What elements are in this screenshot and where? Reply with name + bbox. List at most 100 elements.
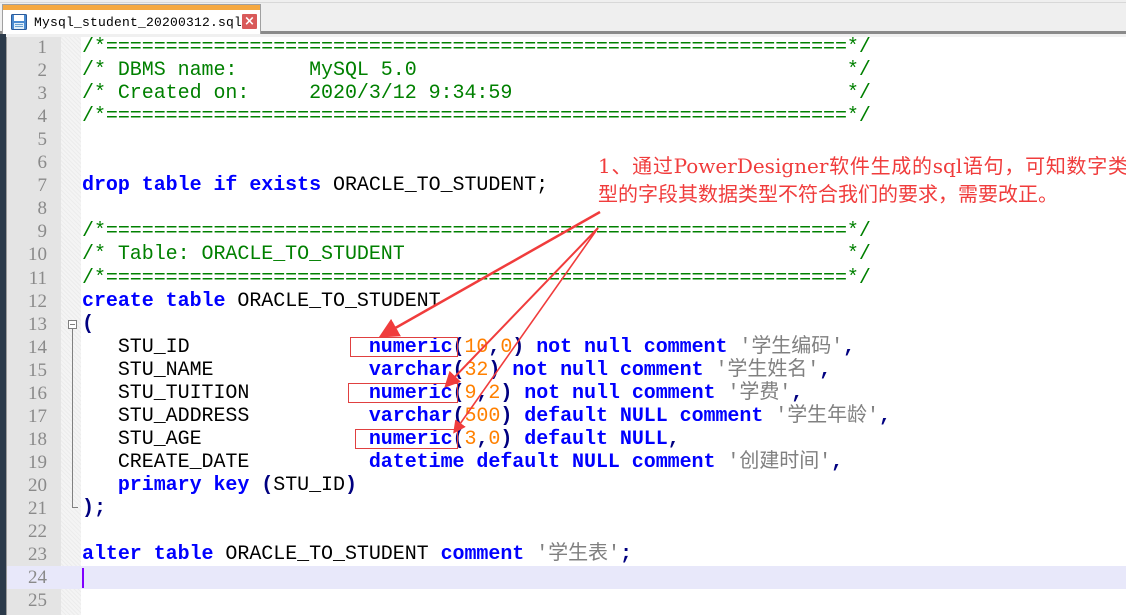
code-token: , (476, 427, 489, 451)
code-token: default NULL (524, 427, 668, 451)
code-text: ( (82, 313, 94, 336)
code-token: STU_AGE (82, 427, 369, 451)
line-number: 25 (28, 590, 47, 612)
code-token: ) (500, 427, 513, 451)
code-token: /* DBMS name: MySQL 5.0 */ (82, 59, 871, 83)
line-number: 20 (28, 474, 47, 496)
code-token: ; (619, 543, 632, 567)
code-line[interactable]: 24 (7, 566, 1126, 590)
code-token: /*======================================… (82, 220, 871, 244)
code-token: ( (452, 358, 465, 382)
tab-filename: Mysql_student_20200312.sql (34, 15, 243, 30)
code-line[interactable]: 19 CREATE_DATE datetime default NULL com… (7, 451, 1126, 474)
code-line[interactable]: 15 STU_NAME varchar(32) not null comment… (7, 359, 1126, 382)
line-number: 2 (37, 60, 48, 82)
code-line[interactable]: 23 alter table ORACLE_TO_STUDENT comment … (7, 543, 1126, 566)
code-token: STU_ID (82, 335, 369, 359)
line-number: 1 (37, 37, 48, 58)
code-line[interactable]: 22 (7, 520, 1126, 543)
code-token: /* Created on: 2020/3/12 9:34:59 */ (82, 82, 871, 106)
code-text: STU_ID numeric(10,0) not null comment '学… (82, 336, 855, 359)
code-token: , (476, 381, 489, 405)
code-token: comment (440, 543, 525, 567)
code-token: 2 (488, 381, 501, 405)
code-line[interactable]: 3 /* Created on: 2020/3/12 9:34:59 */ (7, 82, 1126, 105)
line-number: 16 (28, 382, 47, 404)
code-token: STU_TUITION (82, 381, 369, 405)
code-line[interactable]: 2 /* DBMS name: MySQL 5.0 */ (7, 59, 1126, 82)
code-token: , (667, 427, 680, 451)
code-line[interactable]: 1 /*=====================================… (7, 36, 1126, 59)
code-token: '学生姓名' (715, 358, 820, 382)
line-number: 18 (28, 428, 47, 450)
file-tab[interactable]: Mysql_student_20200312.sql × (2, 4, 261, 34)
code-text: /*======================================… (82, 220, 871, 243)
highlight-box-stu-age-type (355, 429, 458, 449)
code-token: ORACLE_TO_STUDENT; (321, 174, 549, 198)
code-line[interactable]: 21); (7, 497, 1126, 520)
code-text: /* Table: ORACLE_TO_STUDENT */ (82, 243, 871, 266)
code-token: ); (82, 497, 106, 520)
line-number: 13 (28, 313, 47, 335)
line-number: 19 (28, 451, 47, 473)
line-number: 3 (37, 83, 48, 105)
code-token: , (791, 381, 804, 405)
code-line[interactable]: 9 /*=====================================… (7, 220, 1126, 243)
fold-end-marker (72, 507, 78, 508)
fold-guide-line (72, 329, 73, 507)
code-line[interactable]: 14 STU_ID numeric(10,0) not null comment… (7, 336, 1126, 359)
code-token: not null comment (524, 381, 716, 405)
code-token: primary key (117, 473, 250, 497)
code-line[interactable]: 25 (7, 589, 1126, 612)
code-token: /*======================================… (82, 266, 871, 290)
tab-bar-border (0, 2, 1126, 3)
code-line[interactable]: 18 STU_AGE numeric(3,0) default NULL, (7, 428, 1126, 451)
code-line[interactable]: 13 ( (7, 313, 1126, 336)
code-text: drop table if exists ORACLE_TO_STUDENT; (82, 174, 548, 197)
highlight-box-stu-tuition-type (348, 383, 458, 403)
active-tab-indicator (3, 5, 260, 10)
code-editor[interactable]: 1 /*=====================================… (6, 36, 1126, 615)
code-line[interactable]: 17 STU_ADDRESS varchar(500) default NULL… (7, 405, 1126, 428)
close-icon[interactable]: × (242, 14, 257, 29)
code-token: not null comment (512, 358, 704, 382)
code-line[interactable]: 20 primary key (STU_ID) (7, 474, 1126, 497)
code-line[interactable]: 5 (7, 128, 1126, 151)
code-text: STU_NAME varchar(32) not null comment '学… (82, 359, 831, 382)
code-token: '学费' (727, 381, 792, 405)
code-line[interactable]: 11 /*====================================… (7, 267, 1126, 290)
line-number: 12 (28, 290, 47, 312)
code-token: ORACLE_TO_STUDENT (213, 543, 441, 567)
code-token: /*======================================… (82, 36, 871, 59)
line-number: 15 (28, 359, 47, 381)
line-number: 22 (28, 521, 47, 543)
code-line[interactable]: 12 create table ORACLE_TO_STUDENT (7, 290, 1126, 313)
fold-toggle-icon[interactable] (68, 320, 77, 329)
save-floppy-icon (11, 14, 27, 30)
code-text: /*======================================… (82, 267, 871, 290)
code-token: varchar (368, 404, 453, 428)
line-number: 4 (37, 106, 48, 128)
code-token: , (819, 358, 832, 382)
code-text: alter table ORACLE_TO_STUDENT comment '学… (82, 543, 632, 566)
code-token: '学生表' (536, 543, 620, 567)
code-text: ); (82, 497, 106, 520)
code-token: '学生年龄' (775, 404, 879, 428)
code-token: , (878, 404, 891, 428)
code-token: ) (488, 358, 501, 382)
code-line[interactable]: 16 STU_TUITION numeric(9,2) not null com… (7, 382, 1126, 405)
line-number: 5 (37, 129, 48, 151)
line-number: 17 (28, 405, 47, 427)
code-line[interactable]: 4 /*=====================================… (7, 105, 1126, 128)
code-token: varchar (368, 358, 453, 382)
code-line[interactable]: 10 /* Table: ORACLE_TO_STUDENT */ (7, 243, 1126, 266)
code-token: '学生编码' (739, 335, 844, 359)
code-text: STU_ADDRESS varchar(500) default NULL co… (82, 405, 891, 428)
code-token: ( (452, 404, 465, 428)
